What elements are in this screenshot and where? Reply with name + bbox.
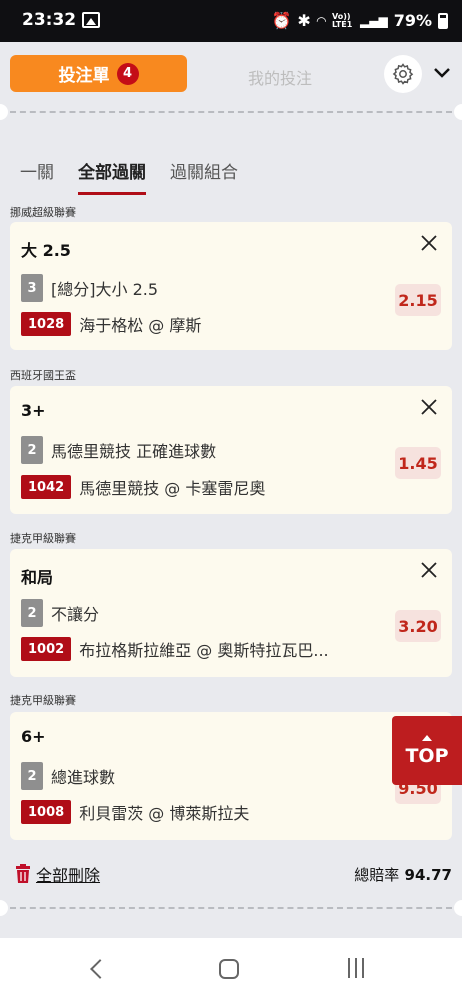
match-code: 1002 [21, 637, 72, 661]
system-nav-bar [0, 938, 462, 1000]
bet-card: 3+ 2 馬德里競技 正確進球數 1042 馬德里競技 @ 卡塞雷尼奧 1.45 [10, 386, 452, 514]
signal-icon: ▂▄▆ [360, 13, 388, 28]
bet-slip-header: 投注單 4 我的投注 [0, 42, 462, 106]
delete-all-button[interactable]: 全部刪除 [14, 862, 100, 886]
delete-all-label: 全部刪除 [36, 866, 101, 885]
match-name: 布拉格斯拉維亞 @ 奧斯特拉瓦巴... [79, 641, 329, 660]
bet-market-row: 3 [總分]大小 2.5 [21, 274, 158, 302]
bet-selection: 6+ [21, 727, 46, 746]
back-icon[interactable] [90, 959, 110, 979]
wifi-icon: ◠ [316, 13, 327, 28]
bet-market-row: 2 馬德里競技 正確進球數 [21, 436, 216, 464]
odds-value: 1.45 [395, 447, 441, 479]
match-code: 1042 [21, 475, 72, 499]
status-bar: 23:32 ⏰ ✱ ◠ Vo)) LTE1 ▂▄▆ 79% [0, 0, 462, 42]
bet-number: 2 [21, 436, 43, 464]
bet-card: 大 2.5 3 [總分]大小 2.5 1028 海于格松 @ 摩斯 2.15 [10, 222, 452, 350]
tab-bet-slip-label: 投注單 [58, 66, 110, 86]
match-code: 1008 [21, 800, 72, 824]
scroll-top-label: TOP [405, 744, 449, 767]
bet-number: 3 [21, 274, 43, 302]
tab-all-parlay[interactable]: 全部過關 [78, 158, 146, 195]
league-label: 捷克甲級聯賽 [10, 532, 76, 545]
settings-button[interactable] [384, 55, 422, 93]
bet-market: [總分]大小 2.5 [51, 280, 159, 299]
bet-market-row: 2 不讓分 [21, 599, 99, 627]
bet-type-tabs: 一關 全部過關 過關組合 [20, 158, 238, 195]
total-odds-value: 94.77 [404, 866, 452, 884]
bet-card: 和局 2 不讓分 1002 布拉格斯拉維亞 @ 奧斯特拉瓦巴... 3.20 [10, 549, 452, 677]
match-name: 馬德里競技 @ 卡塞雷尼奧 [79, 479, 266, 498]
arrow-up-icon [422, 734, 432, 741]
ticket-notch [454, 900, 462, 916]
gear-icon [392, 63, 414, 85]
tab-single[interactable]: 一關 [20, 158, 54, 183]
battery-percent: 79% [393, 11, 432, 30]
close-icon[interactable] [420, 398, 438, 416]
bet-match-row: 1028 海于格松 @ 摩斯 [21, 312, 201, 336]
match-name: 利貝雷茨 @ 博萊斯拉夫 [79, 804, 250, 823]
tab-bet-slip[interactable]: 投注單 4 [10, 55, 187, 92]
scroll-top-button[interactable]: TOP [392, 716, 462, 785]
status-time: 23:32 [22, 10, 77, 30]
bet-number: 2 [21, 762, 43, 790]
divider [10, 907, 452, 909]
volte-label: Vo)) LTE1 [332, 11, 353, 29]
recent-apps-icon[interactable] [348, 958, 364, 978]
bet-count-badge: 4 [116, 62, 139, 85]
status-icons: ⏰ ✱ ◠ Vo)) LTE1 ▂▄▆ 79% [271, 11, 448, 30]
bet-market: 馬德里競技 正確進球數 [51, 442, 217, 461]
odds-value: 2.15 [395, 284, 441, 316]
bet-match-row: 1008 利貝雷茨 @ 博萊斯拉夫 [21, 800, 249, 824]
league-label: 西班牙國王盃 [10, 369, 76, 382]
bet-selection: 3+ [21, 401, 46, 420]
match-code: 1028 [21, 312, 72, 336]
ticket-notch [0, 104, 8, 120]
tab-my-bets[interactable]: 我的投注 [215, 65, 345, 89]
divider [10, 111, 452, 113]
trash-icon [16, 864, 30, 883]
ticket-notch [0, 900, 8, 916]
total-odds-label: 總賠率 [354, 866, 400, 884]
battery-icon [438, 12, 448, 29]
bet-number: 2 [21, 599, 43, 627]
bet-card: 6+ 2 總進球數 1008 利貝雷茨 @ 博萊斯拉夫 9.50 [10, 712, 452, 840]
alarm-icon: ⏰ [271, 11, 292, 30]
bet-market-row: 2 總進球數 [21, 762, 115, 790]
bet-match-row: 1042 馬德里競技 @ 卡塞雷尼奧 [21, 475, 265, 499]
bet-selection: 和局 [21, 568, 54, 587]
bet-market: 不讓分 [51, 605, 100, 624]
league-label: 捷克甲級聯賽 [10, 694, 76, 707]
close-icon[interactable] [420, 234, 438, 252]
total-odds: 總賠率 94.77 [354, 864, 452, 885]
bet-match-row: 1002 布拉格斯拉維亞 @ 奧斯特拉瓦巴... [21, 637, 329, 661]
gallery-notification-icon [82, 12, 100, 28]
bet-market: 總進球數 [51, 768, 116, 787]
league-label: 挪威超級聯賽 [10, 206, 76, 219]
close-icon[interactable] [420, 561, 438, 579]
tab-parlay-combo[interactable]: 過關組合 [170, 158, 238, 183]
chevron-down-icon[interactable] [433, 66, 451, 80]
bluetooth-icon: ✱ [297, 11, 311, 30]
bet-selection: 大 2.5 [21, 241, 71, 260]
ticket-notch [454, 104, 462, 120]
match-name: 海于格松 @ 摩斯 [79, 316, 202, 335]
home-icon[interactable] [219, 959, 239, 979]
odds-value: 3.20 [395, 610, 441, 642]
